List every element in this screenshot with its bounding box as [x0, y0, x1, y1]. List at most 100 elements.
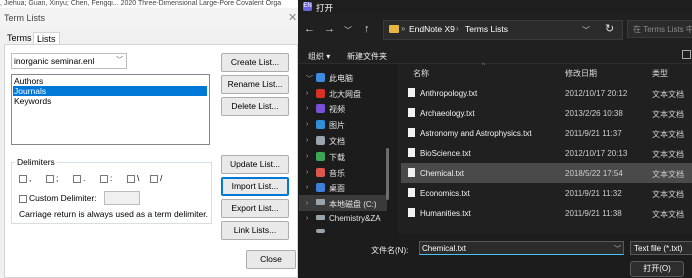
chevron-right-icon[interactable]: ›	[306, 137, 308, 144]
chevron-right-icon[interactable]: ›	[306, 90, 308, 97]
file-type: 文本文档	[652, 210, 684, 219]
forward-icon[interactable]: →	[324, 23, 335, 35]
organize-button[interactable]: 组织 ▾	[308, 51, 330, 62]
text-file-icon	[408, 168, 415, 177]
import-list-button[interactable]: Import List...	[221, 177, 289, 196]
close-button[interactable]: Close	[246, 250, 296, 269]
nav-item-local-disk-c[interactable]: 本地磁盘 (C:)	[329, 199, 377, 210]
list-item-keywords[interactable]: Keywords	[13, 96, 51, 106]
drive-icon	[316, 199, 325, 205]
breadcrumb-terms-lists[interactable]: Terms Lists	[465, 24, 508, 34]
chevron-right-icon[interactable]: ›	[306, 215, 308, 222]
refresh-icon[interactable]: ↻	[605, 22, 614, 35]
chevron-down-icon[interactable]: ﹀	[306, 74, 313, 84]
back-icon[interactable]: ←	[304, 23, 315, 35]
custom-delimiter-label: Custom Delimiter:	[29, 193, 97, 203]
computer-icon	[316, 73, 325, 82]
nav-item-music[interactable]: 音乐	[329, 168, 345, 179]
music-icon	[316, 168, 325, 177]
file-modified: 2011/9/21 11:32	[565, 189, 622, 198]
update-list-button[interactable]: Update List...	[221, 155, 289, 174]
link-lists-button[interactable]: Link Lists...	[221, 221, 289, 240]
sort-ascending-icon: ^	[482, 63, 485, 69]
filename-input[interactable]: Chemical.txt	[419, 241, 624, 255]
file-type: 文本文档	[652, 110, 684, 119]
nav-scrollbar[interactable]	[386, 148, 389, 200]
network-drive-icon	[316, 215, 325, 220]
nav-item-this-pc[interactable]: 此电脑	[329, 73, 353, 84]
download-icon	[316, 152, 325, 161]
chevron-right-icon[interactable]: ›	[306, 121, 308, 128]
custom-delimiter-input[interactable]	[104, 191, 140, 205]
new-folder-button[interactable]: 新建文件夹	[347, 51, 387, 62]
file-name: Anthropology.txt	[420, 89, 478, 98]
delimiter-checkbox-semicolon[interactable]	[46, 175, 54, 183]
chevron-right-icon[interactable]: ›	[306, 184, 308, 191]
close-icon[interactable]: ✕	[288, 11, 297, 24]
text-file-icon	[408, 88, 415, 97]
delimiter-label-colon: :	[110, 173, 113, 183]
nav-item-downloads[interactable]: 下载	[329, 152, 345, 163]
column-header-name[interactable]: 名称	[413, 68, 429, 79]
chevron-down-icon: ﹀	[116, 57, 123, 64]
delimiter-checkbox-period[interactable]	[73, 175, 81, 183]
text-file-icon	[408, 148, 415, 157]
file-modified: 2011/9/21 11:38	[565, 209, 622, 218]
cloud-drive-icon	[316, 89, 325, 98]
file-type: 文本文档	[652, 170, 684, 179]
nav-item-pictures[interactable]: 图片	[329, 120, 345, 131]
list-item-authors[interactable]: Authors	[13, 76, 43, 86]
text-file-icon	[408, 128, 415, 137]
chevron-down-icon[interactable]: ﹀	[614, 244, 621, 254]
delimiter-note: Carriage return is always used as a term…	[19, 209, 208, 219]
open-button[interactable]: 打开(O)	[630, 261, 684, 277]
file-modified: 2011/9/21 11:37	[565, 129, 622, 138]
file-name: Economics.txt	[420, 189, 470, 198]
delimiter-label-slash: /	[160, 173, 163, 183]
drive-icon	[316, 229, 325, 233]
chevron-right-icon[interactable]: ›	[306, 169, 308, 176]
delimiter-checkbox-colon[interactable]	[100, 175, 108, 183]
file-modified: 2012/10/17 20:13	[565, 149, 628, 158]
file-modified: 2018/5/22 17:54	[565, 169, 623, 178]
rename-list-button[interactable]: Rename List...	[221, 75, 289, 94]
chevron-down-icon[interactable]: ﹀	[344, 25, 352, 36]
list-item-journals[interactable]: Journals	[13, 86, 207, 96]
search-input[interactable]: 在 Terms Lists 中搜	[627, 20, 692, 38]
nav-item-pku-drive[interactable]: 北大网盘	[329, 89, 361, 100]
chevron-down-icon[interactable]: ﹀	[582, 25, 590, 36]
text-file-icon	[408, 208, 415, 217]
open-dialog-title: 打开	[316, 3, 334, 13]
file-name: BioScience.txt	[420, 149, 471, 158]
export-list-button[interactable]: Export List...	[221, 199, 289, 218]
nav-item-desktop[interactable]: 桌面	[329, 183, 345, 194]
chevron-right-icon[interactable]: ›	[306, 153, 308, 160]
column-header-type[interactable]: 类型	[652, 68, 668, 79]
delimiter-label-comma: ,	[29, 173, 32, 183]
nav-item-videos[interactable]: 视频	[329, 104, 345, 115]
delete-list-button[interactable]: Delete List...	[221, 97, 289, 116]
nav-item-documents[interactable]: 文档	[329, 136, 345, 147]
folder-icon	[389, 25, 399, 33]
file-name: Humanities.txt	[420, 209, 471, 218]
column-header-modified[interactable]: 修改日期	[565, 68, 597, 79]
chevron-right-icon[interactable]: ›	[306, 200, 308, 207]
file-type: 文本文档	[652, 130, 684, 139]
delimiter-label-semicolon: ;	[56, 173, 59, 183]
breadcrumb-separator: ›	[456, 24, 459, 33]
nav-item-chemistry-drive[interactable]: Chemistry&ZA	[329, 214, 381, 223]
view-options-icon[interactable]	[682, 50, 691, 59]
term-lists-title: Term Lists	[4, 13, 46, 23]
filetype-select[interactable]: Text file (*.txt)	[630, 241, 692, 255]
picture-icon	[316, 120, 325, 129]
tab-terms[interactable]: Terms	[7, 33, 32, 43]
delimiter-checkbox-slash[interactable]	[150, 175, 158, 183]
create-list-button[interactable]: Create List...	[221, 53, 289, 72]
library-select-value: inorganic seminar.enl	[14, 56, 95, 66]
delimiter-checkbox-backslash[interactable]	[127, 175, 135, 183]
up-arrow-icon[interactable]: ↑	[364, 23, 370, 35]
breadcrumb-endnote[interactable]: EndNote X9	[409, 24, 455, 34]
chevron-right-icon[interactable]: ›	[306, 105, 308, 112]
delimiter-checkbox-comma[interactable]	[19, 175, 27, 183]
custom-delimiter-checkbox[interactable]	[19, 195, 27, 203]
